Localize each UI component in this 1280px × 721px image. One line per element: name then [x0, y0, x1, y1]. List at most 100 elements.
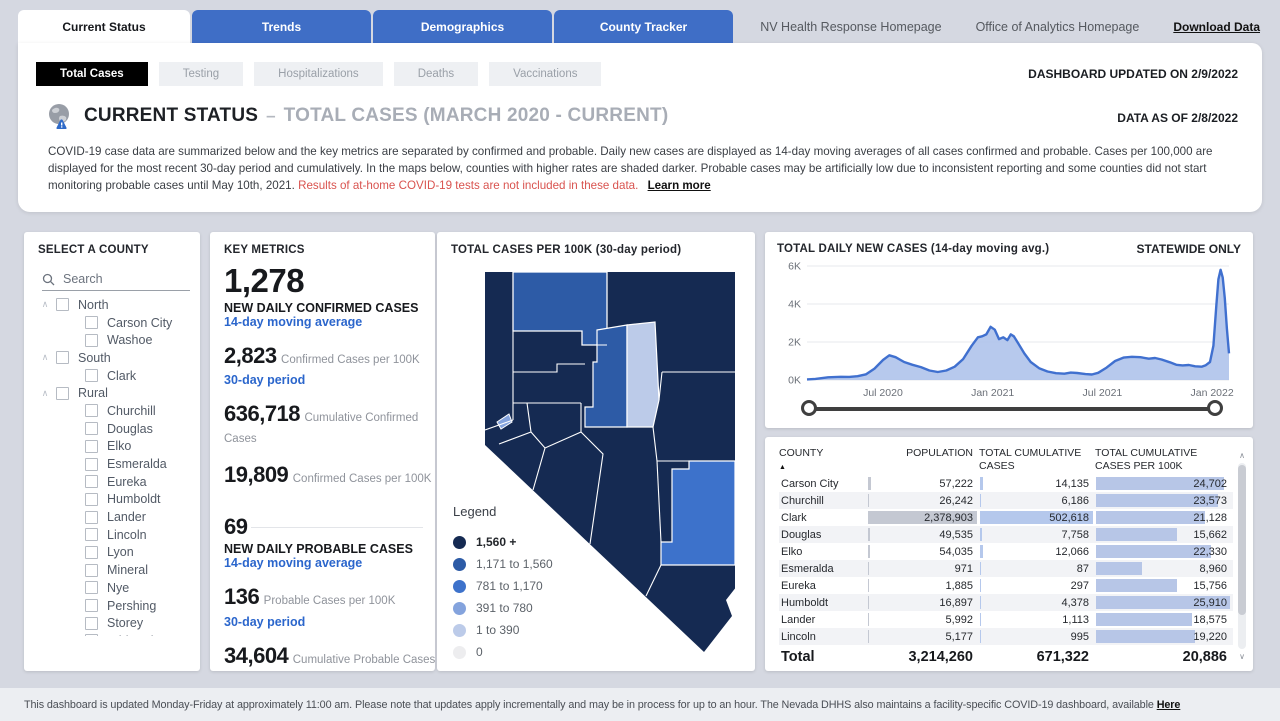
tab-trends[interactable]: Trends: [192, 10, 371, 43]
metric-cumulative-probable: 34,604: [224, 643, 288, 668]
county-item-douglas[interactable]: Douglas: [38, 420, 200, 438]
county-search-input[interactable]: [63, 272, 163, 286]
checkbox-humboldt[interactable]: [85, 493, 98, 506]
checkbox-eureka[interactable]: [85, 475, 98, 488]
download-data-link[interactable]: Download Data: [1173, 20, 1260, 34]
county-item-esmeralda[interactable]: Esmeralda: [38, 455, 200, 473]
collapse-chevron-icon[interactable]: ∧: [38, 299, 52, 310]
tab-current-status[interactable]: Current Status: [18, 10, 190, 43]
county-item-clark[interactable]: Clark: [38, 367, 200, 385]
county-item-humboldt[interactable]: Humboldt: [38, 491, 200, 509]
county-item-eureka[interactable]: Eureka: [38, 473, 200, 491]
column-header-total-cases[interactable]: TOTAL CUMULATIVE CASES: [979, 447, 1095, 475]
column-header-county[interactable]: COUNTY ▲: [779, 447, 867, 475]
county-item-lander[interactable]: Lander: [38, 508, 200, 526]
county-search: [42, 272, 190, 291]
legend-dot-icon: [453, 624, 466, 637]
slider-track[interactable]: [809, 407, 1215, 411]
county-item-lincoln[interactable]: Lincoln: [38, 526, 200, 544]
table-row-churchill[interactable]: Churchill26,2426,18623,573: [779, 492, 1233, 509]
table-row-clark[interactable]: Clark2,378,903502,61821,128: [779, 509, 1233, 526]
county-item-nye[interactable]: Nye: [38, 579, 200, 597]
checkbox-esmeralda[interactable]: [85, 458, 98, 471]
tab-demographics[interactable]: Demographics: [373, 10, 552, 43]
scrollbar-thumb[interactable]: [1238, 465, 1246, 615]
county-item-churchill[interactable]: Churchill: [38, 402, 200, 420]
legend-dot-icon: [453, 558, 466, 571]
legend-dot-icon: [453, 536, 466, 549]
collapse-chevron-icon[interactable]: ∧: [38, 352, 52, 363]
subtab-testing[interactable]: Testing: [159, 62, 243, 86]
table-row-humboldt[interactable]: Humboldt16,8974,37825,910: [779, 594, 1233, 611]
checkbox-churchill[interactable]: [85, 404, 98, 417]
checkbox-pershing[interactable]: [85, 599, 98, 612]
scroll-down-icon[interactable]: ∨: [1237, 652, 1247, 661]
county-table: COUNTY ▲ POPULATION TOTAL CUMULATIVE CAS…: [779, 447, 1233, 669]
metric-new-daily-probable-label: NEW DAILY PROBABLE CASES: [224, 542, 423, 556]
county-item-lyon[interactable]: Lyon: [38, 544, 200, 562]
column-header-population[interactable]: POPULATION: [867, 447, 979, 475]
checkbox-elko[interactable]: [85, 440, 98, 453]
checkbox-washoe[interactable]: [85, 334, 98, 347]
checkbox-white-pine[interactable]: [85, 634, 98, 636]
chart-title: TOTAL DAILY NEW CASES (14-day moving avg…: [777, 243, 1049, 255]
checkbox-nye[interactable]: [85, 581, 98, 594]
table-row-lincoln[interactable]: Lincoln5,17799519,220: [779, 628, 1233, 645]
county-item-pershing[interactable]: Pershing: [38, 597, 200, 615]
metric-cumulative-confirmed: 636,718: [224, 401, 300, 426]
learn-more-link[interactable]: Learn more: [648, 179, 711, 192]
checkbox-storey[interactable]: [85, 617, 98, 630]
table-row-douglas[interactable]: Douglas49,5357,75815,662: [779, 526, 1233, 543]
county-item-mineral[interactable]: Mineral: [38, 561, 200, 579]
subtab-deaths[interactable]: Deaths: [394, 62, 478, 86]
scroll-up-icon[interactable]: ∧: [1237, 451, 1247, 460]
sub-tabs: Total Cases Testing Hospitalizations Deaths…: [36, 62, 601, 86]
table-row-eureka[interactable]: Eureka1,88529715,756: [779, 577, 1233, 594]
county-group-north[interactable]: ∧North: [38, 296, 200, 314]
checkbox-douglas[interactable]: [85, 422, 98, 435]
county-item-washoe[interactable]: Washoe: [38, 331, 200, 349]
county-item-carson-city[interactable]: Carson City: [38, 314, 200, 332]
county-group-south[interactable]: ∧South: [38, 349, 200, 367]
county-item-white-pine[interactable]: White Pine: [38, 632, 200, 636]
data-as-of-label: DATA AS OF 2/8/2022: [1117, 111, 1238, 125]
collapse-chevron-icon[interactable]: ∧: [38, 388, 52, 399]
checkbox-north[interactable]: [56, 298, 69, 311]
svg-text:2K: 2K: [788, 337, 801, 349]
nav-link-nv-health-response[interactable]: NV Health Response Homepage: [760, 20, 941, 34]
column-header-cases-per-100k[interactable]: TOTAL CUMULATIVE CASES PER 100K: [1095, 447, 1233, 475]
checkbox-rural[interactable]: [56, 387, 69, 400]
table-row-lander[interactable]: Lander5,9921,11318,575: [779, 611, 1233, 628]
metric-probable-avg-note: 14-day moving average: [224, 556, 423, 570]
slider-handle-end[interactable]: [1207, 400, 1223, 416]
metric-confirmed-per100k-30d-label: Confirmed Cases per 100K: [281, 354, 420, 366]
subtab-hospitalizations[interactable]: Hospitalizations: [254, 62, 383, 86]
subtab-total-cases[interactable]: Total Cases: [36, 62, 148, 86]
checkbox-lander[interactable]: [85, 511, 98, 524]
map-county-lincoln[interactable]: [661, 461, 735, 565]
nav-link-office-of-analytics[interactable]: Office of Analytics Homepage: [976, 20, 1140, 34]
description-text: COVID-19 case data are summarized below …: [48, 143, 1253, 194]
metric-cumulative-probable-label: Cumulative Probable Cases: [293, 654, 436, 666]
checkbox-mineral[interactable]: [85, 564, 98, 577]
tab-county-tracker[interactable]: County Tracker: [554, 10, 733, 43]
checkbox-clark[interactable]: [85, 369, 98, 382]
county-group-rural[interactable]: ∧Rural: [38, 384, 200, 402]
table-row-carson-city[interactable]: Carson City57,22214,13524,702: [779, 475, 1233, 492]
checkbox-lyon[interactable]: [85, 546, 98, 559]
checkbox-lincoln[interactable]: [85, 528, 98, 541]
subtab-vaccinations[interactable]: Vaccinations: [489, 62, 601, 86]
table-row-elko[interactable]: Elko54,03512,06622,330: [779, 543, 1233, 560]
checkbox-carson-city[interactable]: [85, 316, 98, 329]
county-item-elko[interactable]: Elko: [38, 438, 200, 456]
metric-new-daily-confirmed: 1,278: [224, 264, 423, 299]
map-county-eureka[interactable]: [627, 322, 659, 427]
legend-dot-icon: [453, 646, 466, 659]
table-row-esmeralda[interactable]: Esmeralda971878,960: [779, 560, 1233, 577]
slider-handle-start[interactable]: [801, 400, 817, 416]
county-item-storey[interactable]: Storey: [38, 614, 200, 632]
checkbox-south[interactable]: [56, 351, 69, 364]
table-total-row: Total3,214,260671,32220,886: [779, 645, 1233, 669]
metric-confirmed-per100k-30d: 2,823: [224, 343, 277, 368]
footer-here-link[interactable]: Here: [1157, 699, 1181, 711]
